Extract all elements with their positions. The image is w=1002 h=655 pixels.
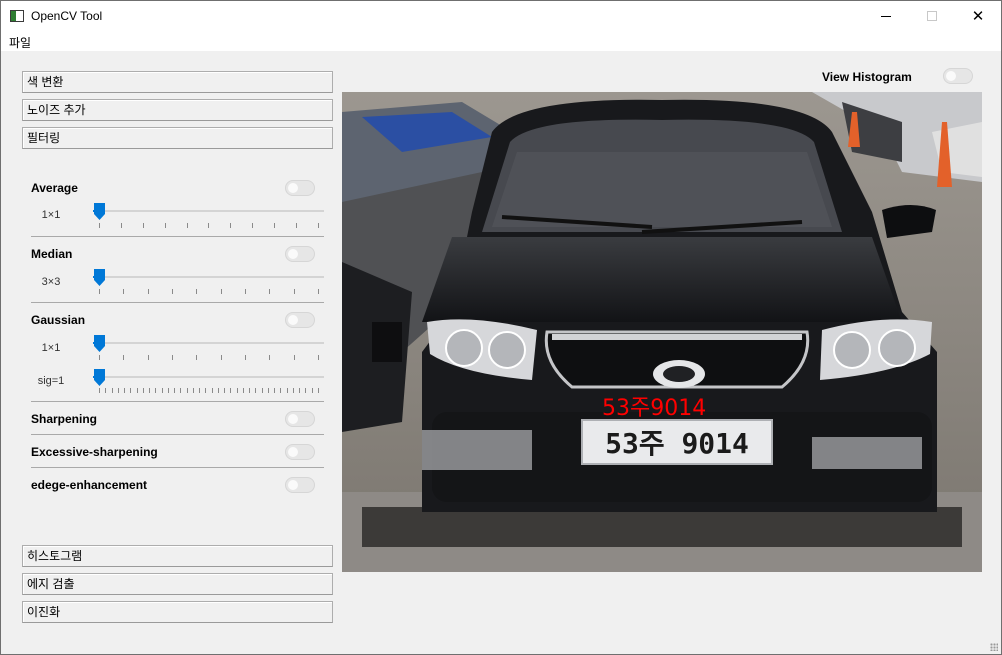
section-add-noise[interactable]: 노이즈 추가 (22, 99, 333, 121)
gaussian-sigma-slider-thumb[interactable] (94, 369, 105, 386)
minimize-button[interactable] (863, 1, 909, 31)
median-slider-ticks (99, 289, 319, 294)
menu-bar: 파일 (1, 31, 1001, 51)
toggle-knob (288, 249, 298, 259)
sharpening-toggle[interactable] (285, 411, 315, 427)
divider (31, 236, 324, 237)
average-kernel-slider-track[interactable] (93, 210, 324, 212)
resize-grip[interactable] (990, 643, 998, 651)
toggle-knob (288, 480, 298, 490)
median-kernel-slider-track[interactable] (93, 276, 324, 278)
toggle-knob (288, 414, 298, 424)
section-histogram[interactable]: 히스토그램 (22, 545, 333, 567)
title-bar[interactable]: OpenCV Tool ✕ (1, 1, 1001, 31)
app-window: OpenCV Tool ✕ 파일 색 변환 노이즈 추가 필터링 Average… (0, 0, 1002, 655)
gaussian-label: Gaussian (31, 313, 86, 327)
excessive-sharpening-toggle[interactable] (285, 444, 315, 460)
license-plate-text: 53주 9014 (605, 427, 749, 460)
excessive-sharpening-label: Excessive-sharpening (31, 445, 158, 459)
gaussian-kernel-slider-track[interactable] (93, 342, 324, 344)
divider (31, 434, 324, 435)
average-kernel-label: 1×1 (41, 209, 61, 221)
average-label: Average (31, 181, 78, 195)
sharpening-label: Sharpening (31, 412, 98, 426)
median-toggle[interactable] (285, 246, 315, 262)
toggle-knob (288, 315, 298, 325)
divider (31, 401, 324, 402)
window-title: OpenCV Tool (31, 9, 103, 23)
gaussian-sigma-slider-track[interactable] (93, 376, 324, 378)
car-photo: 53주 9014 (342, 92, 982, 572)
section-color-conversion[interactable]: 색 변환 (22, 71, 333, 93)
section-binarization[interactable]: 이진화 (22, 601, 333, 623)
average-kernel-slider-thumb[interactable] (94, 203, 105, 220)
image-view: 53주 9014 53주9014 (342, 92, 982, 572)
toggle-knob (288, 447, 298, 457)
median-kernel-label: 3×3 (41, 276, 61, 288)
average-slider-ticks (99, 223, 319, 228)
toggle-knob (946, 71, 956, 81)
edge-enhancement-label: edege-enhancement (31, 478, 148, 492)
gaussian-toggle[interactable] (285, 312, 315, 328)
edge-enhancement-toggle[interactable] (285, 477, 315, 493)
section-edge-detection[interactable]: 에지 검출 (22, 573, 333, 595)
section-filtering[interactable]: 필터링 (22, 127, 333, 149)
average-toggle[interactable] (285, 180, 315, 196)
divider (31, 467, 324, 468)
median-label: Median (31, 247, 73, 261)
gaussian-kernel-label: 1×1 (41, 342, 61, 354)
view-histogram-label: View Histogram (822, 70, 912, 84)
toggle-knob (288, 183, 298, 193)
menu-file[interactable]: 파일 (9, 34, 31, 51)
minimize-icon (881, 15, 891, 17)
gaussian-sigma-label: sig=1 (37, 375, 65, 387)
gaussian-sigma-ticks (99, 388, 319, 393)
divider (31, 302, 324, 303)
median-kernel-slider-thumb[interactable] (94, 269, 105, 286)
gaussian-kernel-slider-thumb[interactable] (94, 335, 105, 352)
maximize-button[interactable] (909, 1, 955, 31)
app-icon (10, 10, 24, 22)
close-icon: ✕ (971, 6, 985, 25)
maximize-icon (927, 11, 937, 21)
close-button[interactable]: ✕ (955, 1, 1001, 31)
detected-plate-overlay: 53주9014 (602, 396, 707, 421)
view-histogram-toggle[interactable] (943, 68, 973, 84)
gaussian-kernel-ticks (99, 355, 319, 360)
